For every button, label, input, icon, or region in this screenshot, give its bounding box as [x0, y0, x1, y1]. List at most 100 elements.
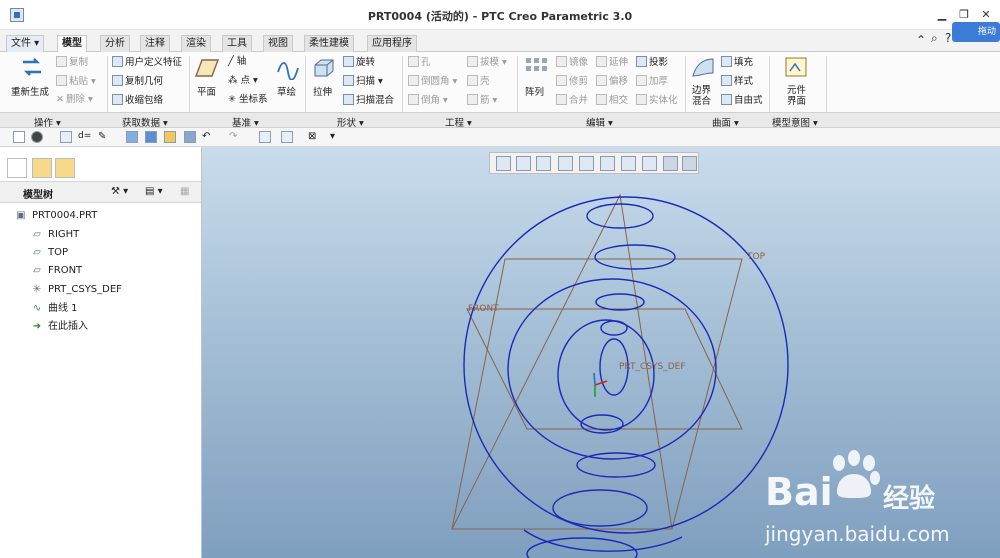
group-operations[interactable]: 操作 ▾ — [34, 115, 61, 129]
group-engineering[interactable]: 工程 ▾ — [445, 115, 472, 129]
group-model-intent[interactable]: 模型意图 ▾ — [772, 115, 818, 129]
user-defined-feature-button[interactable]: 用户定义特征 — [112, 56, 182, 69]
favorites-tab[interactable] — [55, 158, 75, 178]
regenerate-button[interactable]: 重新生成 — [11, 87, 49, 99]
offset-button[interactable]: 偏移 — [596, 75, 628, 88]
trim-button[interactable]: 修剪 — [556, 75, 588, 88]
mapkey-icon[interactable] — [126, 131, 138, 143]
restore-button[interactable]: ❐ — [957, 9, 971, 21]
tree-item-top[interactable]: ▱ TOP — [30, 245, 68, 261]
plane-icon[interactable] — [194, 56, 220, 80]
tree-filter-icon[interactable]: ▦ — [180, 186, 189, 197]
shell-button[interactable]: 壳 — [467, 75, 490, 88]
intersect-button[interactable]: 相交 — [596, 94, 628, 107]
refit-icon[interactable] — [496, 156, 511, 171]
windows-icon[interactable] — [281, 131, 293, 143]
solidify-button[interactable]: 实体化 — [636, 94, 678, 107]
regenerate-quick-icon[interactable] — [259, 131, 271, 143]
freestyle-button[interactable]: 自由式 — [721, 94, 763, 107]
customize-toolbar-icon[interactable]: ▾ — [330, 131, 342, 143]
paste-button[interactable]: 粘贴 ▾ — [56, 75, 96, 88]
tree-columns-icon[interactable]: ▤ ▾ — [145, 186, 163, 197]
pencil-icon[interactable]: ✎ — [98, 131, 110, 143]
pattern-icon[interactable] — [523, 56, 549, 80]
new-file-icon[interactable] — [13, 131, 25, 143]
help-icon[interactable]: ? — [945, 31, 951, 45]
project-button[interactable]: 投影 — [636, 56, 668, 69]
tab-analysis[interactable]: 分析 — [100, 35, 130, 52]
copy-geometry-button[interactable]: 复制几何 — [112, 75, 163, 88]
group-datum[interactable]: 基准 ▾ — [232, 115, 259, 129]
tree-item-curve[interactable]: ∿ 曲线 1 — [30, 301, 78, 317]
undo-icon[interactable]: ↶ — [202, 131, 214, 143]
tree-item-right[interactable]: ▱ RIGHT — [30, 227, 79, 243]
tab-flexible-modeling[interactable]: 柔性建模 — [304, 35, 354, 52]
boundary-blend-icon[interactable] — [690, 56, 716, 80]
redo-icon[interactable]: ↷ — [229, 131, 241, 143]
group-surfaces[interactable]: 曲面 ▾ — [712, 115, 739, 129]
save-icon[interactable] — [184, 131, 196, 143]
extrude-icon[interactable] — [311, 56, 337, 80]
app-icon[interactable] — [10, 8, 24, 22]
relations-icon[interactable]: d= — [78, 131, 91, 143]
search-icon[interactable]: ⌕ — [931, 31, 938, 46]
zoom-out-icon[interactable] — [536, 156, 551, 171]
group-shapes[interactable]: 形状 ▾ — [337, 115, 364, 129]
close-window-icon[interactable]: ⊠ — [308, 131, 320, 143]
open-folder-icon[interactable] — [164, 131, 176, 143]
part-icon[interactable] — [60, 131, 72, 143]
view-manager-icon[interactable] — [621, 156, 636, 171]
group-editing[interactable]: 编辑 ▾ — [586, 115, 613, 129]
tab-view[interactable]: 视图 — [263, 35, 293, 52]
hole-button[interactable]: 孔 — [408, 56, 431, 69]
component-interface-button[interactable]: 元件 界面 — [787, 85, 811, 107]
boundary-blend-button[interactable]: 边界 混合 — [692, 85, 716, 107]
delete-button[interactable]: ✕ 删除 ▾ — [56, 94, 93, 106]
model-tree-tab[interactable] — [7, 158, 27, 178]
merge-button[interactable]: 合并 — [556, 94, 588, 107]
csys-button[interactable]: ✳ 坐标系 — [228, 94, 268, 106]
pattern-button[interactable]: 阵列 — [525, 87, 544, 99]
regenerate-icon[interactable] — [19, 56, 45, 80]
tab-file[interactable]: 文件 ▾ — [6, 35, 45, 52]
point-button[interactable]: ⁂ 点 ▾ — [228, 75, 258, 87]
mirror-button[interactable]: 镜像 — [556, 56, 588, 69]
close-button[interactable]: ✕ — [979, 9, 993, 21]
collapse-ribbon-icon[interactable]: ⌃ — [916, 33, 926, 47]
shrinkwrap-button[interactable]: 收缩包络 — [112, 94, 163, 107]
fill-button[interactable]: 填充 — [721, 56, 753, 69]
plane-button[interactable]: 平面 — [197, 87, 216, 99]
thicken-button[interactable]: 加厚 — [636, 75, 668, 88]
tab-annotate[interactable]: 注释 — [140, 35, 170, 52]
copy-button[interactable]: 复制 — [56, 56, 88, 69]
datum-display-icon[interactable] — [642, 156, 657, 171]
zoom-in-icon[interactable] — [516, 156, 531, 171]
extend-button[interactable]: 延伸 — [596, 56, 628, 69]
tree-settings-icon[interactable]: ⚒ ▾ — [111, 186, 128, 197]
sweep-button[interactable]: 扫描 ▾ — [343, 75, 383, 88]
chamfer-button[interactable]: 倒角 ▾ — [408, 94, 448, 107]
draft-button[interactable]: 拔模 ▾ — [467, 56, 507, 69]
annotation-display-icon[interactable] — [682, 156, 697, 171]
axis-button[interactable]: ╱ 轴 — [228, 56, 246, 68]
component-interface-icon[interactable] — [783, 56, 809, 80]
rib-button[interactable]: 筋 ▾ — [467, 94, 497, 107]
tree-item-insert-here[interactable]: ➜ 在此插入 — [30, 319, 88, 335]
tree-item-front[interactable]: ▱ FRONT — [30, 263, 82, 279]
sketch-button[interactable]: 草绘 — [277, 87, 296, 99]
model-icon[interactable] — [145, 131, 157, 143]
tab-render[interactable]: 渲染 — [181, 35, 211, 52]
tab-applications[interactable]: 应用程序 — [367, 35, 417, 52]
folder-browser-tab[interactable] — [32, 158, 52, 178]
repaint-icon[interactable] — [558, 156, 573, 171]
display-style-icon[interactable] — [579, 156, 594, 171]
extrude-button[interactable]: 拉伸 — [313, 87, 332, 99]
spin-center-icon[interactable] — [663, 156, 678, 171]
sketch-icon[interactable] — [275, 56, 301, 80]
appearance-icon[interactable] — [31, 131, 43, 143]
tab-model[interactable]: 模型 — [57, 35, 87, 53]
round-button[interactable]: 倒圆角 ▾ — [408, 75, 457, 88]
saved-orientations-icon[interactable] — [600, 156, 615, 171]
group-get-data[interactable]: 获取数据 ▾ — [122, 115, 168, 129]
tree-item-part[interactable]: ▣ PRT0004.PRT — [14, 208, 97, 224]
